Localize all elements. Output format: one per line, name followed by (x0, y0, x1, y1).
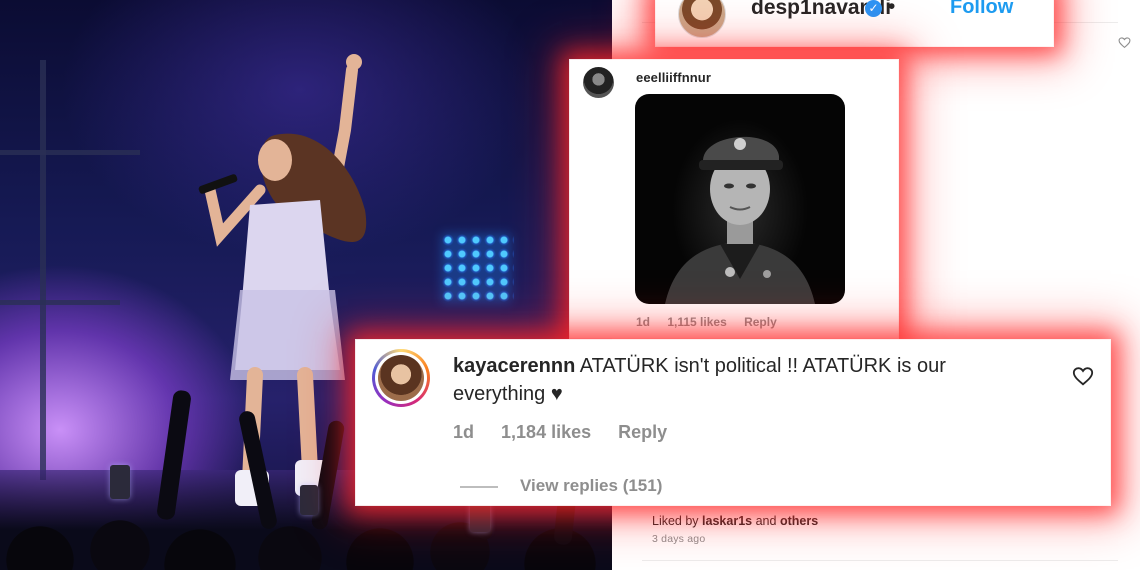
stage-truss (0, 150, 140, 155)
liked-by-user-link[interactable]: laskar1s (702, 514, 752, 528)
liked-by-text: Liked by laskar1s and others (652, 514, 819, 528)
verified-badge-icon: ✓ (865, 0, 882, 17)
comment-text: kayacerennn ATATÜRK isn't political !! A… (453, 352, 1013, 408)
comment-likes[interactable]: 1,184 likes (501, 422, 591, 442)
author-avatar[interactable] (678, 0, 726, 38)
liked-by-others-link[interactable]: others (780, 514, 818, 528)
avatar-ring-gap (375, 352, 427, 404)
phone-in-crowd (300, 485, 318, 515)
comment-meta: 1d 1,115 likes Reply (636, 315, 791, 329)
stage-truss (40, 60, 46, 480)
heart-outline-icon[interactable] (1117, 36, 1131, 50)
commenter-avatar[interactable] (583, 67, 614, 98)
comment-time: 1d (636, 315, 651, 329)
replies-line (460, 485, 498, 488)
divider (642, 560, 1118, 561)
view-replies-button[interactable]: View replies (151) (460, 476, 662, 496)
view-replies-label: View replies (151) (520, 476, 663, 495)
comment-image[interactable] (635, 94, 845, 304)
comment-meta: 1d 1,184 likes Reply (453, 422, 689, 443)
image-comment-card: eeelliiffnnur 1d 1,115 likes Reply (570, 60, 898, 338)
stage-truss (0, 300, 120, 305)
follow-button[interactable]: Follow (950, 0, 1013, 19)
commenter-username[interactable]: kayacerennn (453, 355, 575, 377)
phone-in-crowd (110, 465, 130, 499)
avatar-photo (378, 355, 424, 401)
commenter-username[interactable]: eeelliiffnnur (636, 70, 711, 85)
post-time: 3 days ago (652, 533, 706, 545)
post-author-header: desp1navandi ✓ • Follow (656, 0, 1053, 46)
portrait-image (665, 136, 815, 304)
stage-led-panel (442, 234, 514, 304)
comment-time: 1d (453, 422, 475, 442)
heart-emoji: ♥ (550, 383, 563, 405)
heart-outline-icon[interactable] (1072, 365, 1094, 392)
separator-dot: • (888, 0, 896, 18)
reply-button[interactable]: Reply (744, 315, 777, 329)
comment-likes[interactable]: 1,115 likes (667, 315, 726, 329)
commenter-avatar[interactable] (372, 349, 430, 407)
main-comment-card: kayacerennn ATATÜRK isn't political !! A… (356, 340, 1110, 505)
reply-button[interactable]: Reply (618, 422, 667, 442)
